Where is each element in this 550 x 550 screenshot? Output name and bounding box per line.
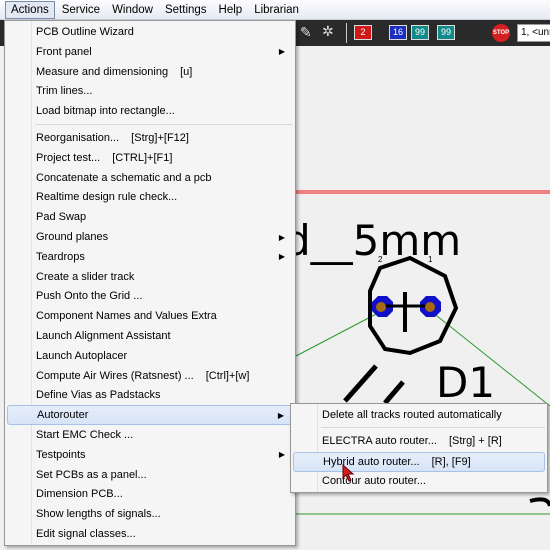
menu-item-component-names-and-values-extra[interactable]: Component Names and Values Extra [7, 306, 293, 326]
menu-item-testpoints[interactable]: Testpoints ▶ [7, 445, 293, 465]
menu-bar: Actions Service Window Settings Help Lib… [0, 0, 550, 20]
mouse-cursor-icon [342, 464, 355, 482]
menu-item-label: PCB Outline Wizard [36, 26, 134, 38]
menu-item-start-emc-check[interactable]: Start EMC Check ... [7, 425, 293, 445]
menu-item-realtime-design-rule-check[interactable]: Realtime design rule check... [7, 187, 293, 207]
layer-badge[interactable]: 2 [354, 25, 372, 40]
menu-item-label: Autorouter [37, 409, 89, 422]
menu-item-label: Delete all tracks routed automatically [322, 409, 502, 421]
menu-settings[interactable]: Settings [160, 2, 212, 18]
menu-item-label: Measure and dimensioning [36, 65, 169, 78]
menu-item-trim-lines[interactable]: Trim lines... [7, 81, 293, 101]
menu-item-delete-all-tracks-routed-automatically[interactable]: Delete all tracks routed automatically [293, 405, 545, 425]
menu-item-label: Define Vias as Padstacks [36, 389, 161, 402]
menu-item-autorouter[interactable]: Autorouter ▶ [7, 405, 293, 426]
menu-item-label: Trim lines... [36, 85, 93, 98]
menu-item-project-test[interactable]: Project test... [CTRL]+[F1] [7, 148, 293, 168]
menu-item-edit-signal-classes[interactable]: Edit signal classes... [7, 524, 293, 544]
actions-menu: PCB Outline Wizard Front panel ▶ Measure an… [4, 20, 296, 546]
menu-item-set-pcbs-as-a-panel[interactable]: Set PCBs as a panel... [7, 465, 293, 485]
autorouter-submenu: Delete all tracks routed automatically EL… [290, 403, 548, 493]
submenu-arrow-icon: ▶ [277, 410, 284, 420]
layer-select[interactable]: 1, <unn [517, 24, 550, 42]
menu-item-ground-planes[interactable]: Ground planes ▶ [7, 227, 293, 247]
menu-item-teardrops[interactable]: Teardrops ▶ [7, 247, 293, 267]
menu-item-label: Realtime design rule check... [36, 191, 178, 204]
menu-item-label: ELECTRA auto router... [322, 435, 437, 447]
submenu-arrow-icon: ▶ [278, 252, 285, 262]
menu-item-load-bitmap-into-rectangle[interactable]: Load bitmap into rectangle... [7, 101, 293, 121]
layer-badge[interactable]: 99 [411, 25, 429, 40]
shortcut-label: [Strg] + [R] [448, 435, 502, 447]
menu-item-push-onto-the-grid[interactable]: Push Onto the Grid ... [7, 286, 293, 306]
submenu-arrow-icon: ▶ [278, 232, 285, 242]
menu-item-label: Create a slider track [36, 270, 135, 283]
menu-item-label: Push Onto the Grid ... [36, 290, 143, 303]
layer-badge[interactable]: 99 [437, 25, 455, 40]
menu-item-measure-and-dimensioning[interactable]: Measure and dimensioning [u] [7, 62, 293, 82]
shortcut-label: [Ctrl]+[w] [205, 369, 250, 382]
shortcut-label: [Strg]+[F12] [131, 132, 189, 144]
menu-item-label: Dimension PCB... [36, 488, 123, 501]
menu-item-label: Start EMC Check ... [36, 429, 134, 441]
menu-item-label: Launch Autoplacer [36, 349, 128, 362]
menu-item-define-vias-as-padstacks[interactable]: Define Vias as Padstacks [7, 385, 293, 405]
menu-item-label: Edit signal classes... [36, 528, 136, 540]
menu-librarian[interactable]: Librarian [249, 2, 304, 18]
menu-window[interactable]: Window [107, 2, 158, 18]
menu-item-create-a-slider-track[interactable]: Create a slider track [7, 267, 293, 287]
menu-item-label: Show lengths of signals... [36, 508, 161, 521]
magic-wand-icon[interactable]: ✲ [322, 23, 334, 40]
stop-icon[interactable]: STOP [492, 24, 510, 42]
menu-item-label: Reorganisation... [36, 132, 120, 144]
layer-badge[interactable]: 16 [389, 25, 407, 40]
shortcut-label: [u] [180, 65, 193, 78]
menu-item-label: Teardrops [36, 250, 85, 263]
menu-item-dimension-pcb[interactable]: Dimension PCB... [7, 484, 293, 504]
menu-item-label: Testpoints [36, 448, 86, 461]
light-arrow [383, 380, 405, 405]
toolbar-divider [346, 23, 347, 43]
menu-item-launch-autoplacer[interactable]: Launch Autoplacer [7, 346, 293, 366]
menu-item-label: Concatenate a schematic and a pcb [36, 171, 212, 184]
submenu-arrow-icon: ▶ [278, 450, 285, 460]
shortcut-label: [CTRL]+[F1] [112, 151, 173, 164]
component-value-label: d__5mm [284, 216, 462, 265]
menu-item-label: Pad Swap [36, 211, 87, 224]
menu-item-compute-air-wires-ratsnest[interactable]: Compute Air Wires (Ratsnest) ... [Ctrl]+[… [7, 366, 293, 386]
menu-item-front-panel[interactable]: Front panel ▶ [7, 42, 293, 62]
menu-item-contour-auto-router[interactable]: Contour auto router... [293, 471, 545, 491]
menu-separator [35, 124, 293, 125]
menu-item-electra-auto-router[interactable]: ELECTRA auto router... [Strg] + [R] [293, 431, 545, 451]
light-arrow [343, 364, 378, 403]
menu-item-concatenate-a-schematic-and-a-pcb[interactable]: Concatenate a schematic and a pcb [7, 168, 293, 188]
menu-item-label: Component Names and Values Extra [36, 310, 217, 323]
pen-icon[interactable]: ✎ [300, 24, 312, 41]
menu-item-pcb-outline-wizard[interactable]: PCB Outline Wizard [7, 22, 293, 42]
menu-separator [321, 427, 545, 428]
menu-item-hybrid-auto-router[interactable]: Hybrid auto router... [R], [F9] [293, 452, 545, 472]
shortcut-label: [R], [F9] [431, 456, 471, 468]
menu-item-label: Contour auto router... [322, 475, 426, 487]
submenu-arrow-icon: ▶ [278, 47, 285, 57]
menu-item-label: Front panel [36, 45, 92, 58]
ratsnest-line [295, 311, 381, 357]
menu-item-show-lengths-of-signals[interactable]: Show lengths of signals... [7, 504, 293, 524]
menu-item-reorganisation[interactable]: Reorganisation... [Strg]+[F12] [7, 128, 293, 148]
menu-item-label: Hybrid auto router... [323, 456, 420, 468]
menu-service[interactable]: Service [57, 2, 105, 18]
menu-item-launch-alignment-assistant[interactable]: Launch Alignment Assistant [7, 326, 293, 346]
menu-item-label: Load bitmap into rectangle... [36, 105, 175, 118]
menu-item-label: Compute Air Wires (Ratsnest) ... [36, 369, 194, 382]
menu-item-label: Set PCBs as a panel... [36, 468, 147, 481]
menu-item-label: Project test... [36, 151, 101, 164]
designator-label: D1 [436, 358, 496, 407]
menu-help[interactable]: Help [214, 2, 248, 18]
menu-actions[interactable]: Actions [5, 0, 55, 19]
menu-item-label: Ground planes [36, 231, 109, 243]
menu-item-pad-swap[interactable]: Pad Swap [7, 207, 293, 227]
menu-item-label: Launch Alignment Assistant [36, 330, 171, 342]
